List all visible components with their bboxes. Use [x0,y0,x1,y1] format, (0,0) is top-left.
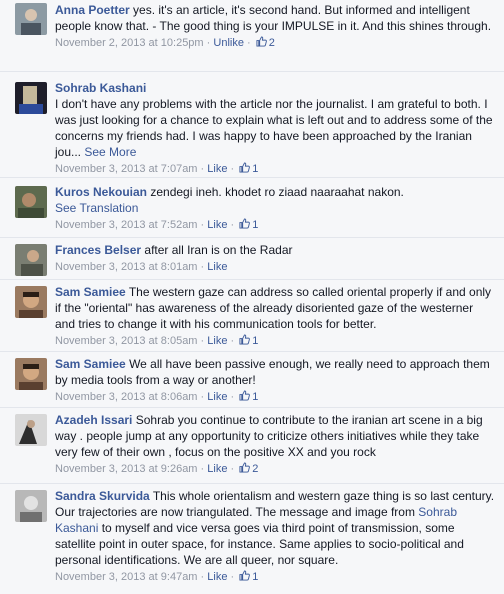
separator: · [200,163,205,175]
separator: · [200,463,205,475]
like-count-value: 1 [252,571,259,583]
comment-author[interactable]: Sandra Skurvida [55,489,150,503]
avatar[interactable] [15,286,47,318]
separator: · [230,391,235,403]
see-more-link[interactable]: See More [84,145,136,159]
like-button[interactable]: Like [207,571,227,583]
comment-author[interactable]: Kuros Nekouian [55,185,147,199]
comment-item: Kuros Nekouian zendegi ineh. khodet ro z… [0,178,504,238]
unlike-button[interactable]: Unlike [213,37,244,49]
comment-author[interactable]: Sam Samiee [55,285,126,299]
like-button[interactable]: Like [207,261,227,273]
comment-meta: November 3, 2013 at 7:52am · Like · 1 [55,217,496,233]
comment-item: Sohrab Kashani I don't have any problems… [0,72,504,178]
avatar[interactable] [15,358,47,390]
comment-item: Sandra Skurvida This whole orientalism a… [0,484,504,594]
comment-timestamp[interactable]: November 3, 2013 at 7:52am [55,219,197,231]
separator: · [200,219,205,231]
separator: · [200,391,205,403]
comment-meta: November 3, 2013 at 7:07am · Like · 1 [55,161,496,177]
avatar[interactable] [15,414,47,446]
like-count-value: 1 [252,219,259,231]
comment-timestamp[interactable]: November 3, 2013 at 8:06am [55,391,197,403]
avatar[interactable] [15,244,47,276]
like-count[interactable]: 1 [237,390,259,403]
comment-meta: November 3, 2013 at 8:06am · Like · 1 [55,389,496,405]
separator: · [230,219,235,231]
comment-meta: November 2, 2013 at 10:25pm · Unlike · 2 [55,35,496,51]
comment-meta: November 3, 2013 at 8:01am · Like [55,259,496,275]
like-button[interactable]: Like [207,391,227,403]
like-count[interactable]: 1 [237,162,259,175]
comment-author[interactable]: Sohrab Kashani [55,81,146,95]
avatar[interactable] [15,186,47,218]
separator: · [230,163,235,175]
separator: · [230,571,235,583]
like-count[interactable]: 2 [254,36,275,49]
comment-meta: November 3, 2013 at 9:47am · Like · 1 [55,569,496,585]
like-count-value: 1 [252,391,259,403]
like-button[interactable]: Like [207,335,227,347]
comment-item: Sam Samiee The western gaze can address … [0,280,504,352]
comment-item: Azadeh Issari Sohrab you continue to con… [0,408,504,484]
thumbs-up-icon [239,218,251,229]
see-translation-link[interactable]: See Translation [55,200,496,216]
thumbs-up-icon [239,162,251,173]
like-count-value: 2 [268,37,275,49]
avatar[interactable] [15,82,47,114]
thumbs-up-icon [239,390,251,401]
separator: · [247,37,251,49]
thumbs-up-icon [239,462,251,473]
comment-author[interactable]: Azadeh Issari [55,413,132,427]
separator: · [206,37,211,49]
like-button[interactable]: Like [207,219,227,231]
comment-timestamp[interactable]: November 3, 2013 at 9:47am [55,571,197,583]
comment-timestamp[interactable]: November 3, 2013 at 9:26am [55,463,197,475]
comment-timestamp[interactable]: November 3, 2013 at 8:01am [55,261,197,273]
comment-author[interactable]: Sam Samiee [55,357,126,371]
comment-author[interactable]: Frances Belser [55,243,141,257]
comment-item: Sam Samiee We all have been passive enou… [0,352,504,408]
like-count[interactable]: 1 [237,570,259,583]
comment-meta: November 3, 2013 at 9:26am · Like · 2 [55,461,496,477]
thumbs-up-icon [239,570,251,581]
thumbs-up-icon [239,334,251,345]
comment-text: zendegi ineh. khodet ro ziaad naaraahat … [150,185,404,199]
like-count[interactable]: 2 [237,462,259,475]
separator: · [200,571,205,583]
like-count[interactable]: 1 [237,218,259,231]
comment-timestamp[interactable]: November 3, 2013 at 7:07am [55,163,197,175]
comment-text-continued: to myself and vice versa goes via third … [55,521,464,567]
separator: · [230,463,235,475]
separator: · [230,335,235,347]
separator: · [200,335,205,347]
comment-timestamp[interactable]: November 2, 2013 at 10:25pm [55,37,204,49]
like-count[interactable]: 1 [237,334,259,347]
comment-timestamp[interactable]: November 3, 2013 at 8:05am [55,335,197,347]
comment-meta: November 3, 2013 at 8:05am · Like · 1 [55,333,496,349]
like-button[interactable]: Like [207,463,227,475]
comment-author[interactable]: Anna Poetter [55,3,130,17]
like-count-value: 1 [252,163,259,175]
like-button[interactable]: Like [207,163,227,175]
separator: · [200,261,205,273]
like-count-value: 2 [252,463,259,475]
avatar[interactable] [15,3,47,35]
comment-feed: Anna Poetter yes. it's an article, it's … [0,0,504,594]
thumbs-up-icon [256,36,267,47]
like-count-value: 1 [252,335,259,347]
comment-item: Anna Poetter yes. it's an article, it's … [0,0,504,72]
comment-text: after all Iran is on the Radar [144,243,293,257]
comment-item: Frances Belser after all Iran is on the … [0,238,504,280]
avatar[interactable] [15,490,47,522]
